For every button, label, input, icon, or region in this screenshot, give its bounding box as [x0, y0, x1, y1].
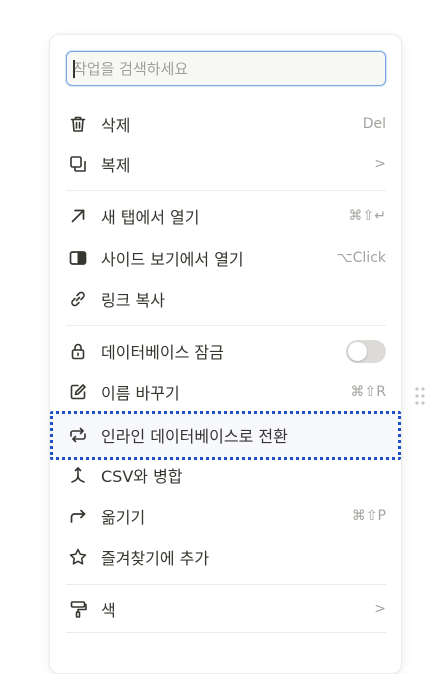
- menu-item-label: 데이터베이스 잠금: [101, 343, 224, 362]
- search-field[interactable]: [66, 51, 386, 86]
- menu-item-label: 사이드 보기에서 열기: [101, 250, 244, 269]
- search-input[interactable]: [67, 52, 385, 85]
- shortcut-hint: ⌘⇧↵: [348, 208, 386, 224]
- rename-icon: [67, 381, 89, 403]
- menu-item-label: 옮기기: [101, 508, 146, 527]
- menu-item-lock-database[interactable]: 데이터베이스 잠금: [57, 333, 395, 369]
- menu-item-duplicate[interactable]: 복제 >: [57, 146, 395, 182]
- menu-item-label: 이름 바꾸기: [101, 384, 180, 403]
- divider: [66, 325, 386, 326]
- lock-toggle[interactable]: [346, 339, 386, 363]
- duplicate-icon: [67, 153, 89, 175]
- menu-item-label: 즐겨찾기에 추가: [101, 549, 210, 568]
- menu-item-label: 삭제: [101, 116, 131, 135]
- divider: [66, 190, 386, 191]
- side-peek-icon: [67, 247, 89, 269]
- menu-item-copy-link[interactable]: 링크 복사: [57, 281, 395, 317]
- star-icon: [67, 546, 89, 568]
- move-icon: [67, 505, 89, 527]
- menu-item-delete[interactable]: 삭제 Del: [57, 106, 395, 142]
- menu-item-open-new-tab[interactable]: 새 탭에서 열기 ⌘⇧↵: [57, 198, 395, 234]
- toggle-knob: [348, 341, 367, 361]
- menu-item-move[interactable]: 옮기기 ⌘⇧P: [57, 498, 395, 534]
- menu-item-label: 링크 복사: [101, 291, 165, 310]
- chevron-right-icon: >: [374, 156, 386, 172]
- shortcut-hint: Del: [362, 116, 386, 132]
- menu-item-merge-csv[interactable]: CSV와 병합: [57, 457, 395, 493]
- arrow-up-right-icon: [67, 205, 89, 227]
- lock-icon: [67, 340, 89, 362]
- trash-icon: [67, 113, 89, 135]
- chevron-right-icon: >: [374, 601, 386, 617]
- menu-item-open-side-peek[interactable]: 사이드 보기에서 열기 ⌥Click: [57, 240, 395, 276]
- shortcut-hint: ⌥Click: [336, 250, 387, 266]
- text-caret: [73, 60, 75, 78]
- menu-item-rename[interactable]: 이름 바꾸기 ⌘⇧R: [57, 374, 395, 410]
- menu-item-color[interactable]: 색 >: [57, 591, 395, 627]
- menu-item-label: CSV와 병합: [101, 467, 183, 486]
- menu-item-add-favorite[interactable]: 즐겨찾기에 추가: [57, 539, 395, 575]
- drag-handle-icon[interactable]: [413, 385, 427, 407]
- menu-item-label: 색: [101, 601, 116, 620]
- menu-item-label: 복제: [101, 156, 131, 175]
- selection-highlight: [50, 411, 401, 460]
- shortcut-hint: ⌘⇧R: [350, 384, 386, 400]
- link-icon: [67, 288, 89, 310]
- divider: [66, 584, 386, 585]
- shortcut-hint: ⌘⇧P: [351, 508, 386, 524]
- merge-icon: [67, 464, 89, 486]
- color-icon: [67, 598, 89, 620]
- menu-item-label: 새 탭에서 열기: [101, 208, 200, 227]
- divider: [66, 632, 386, 633]
